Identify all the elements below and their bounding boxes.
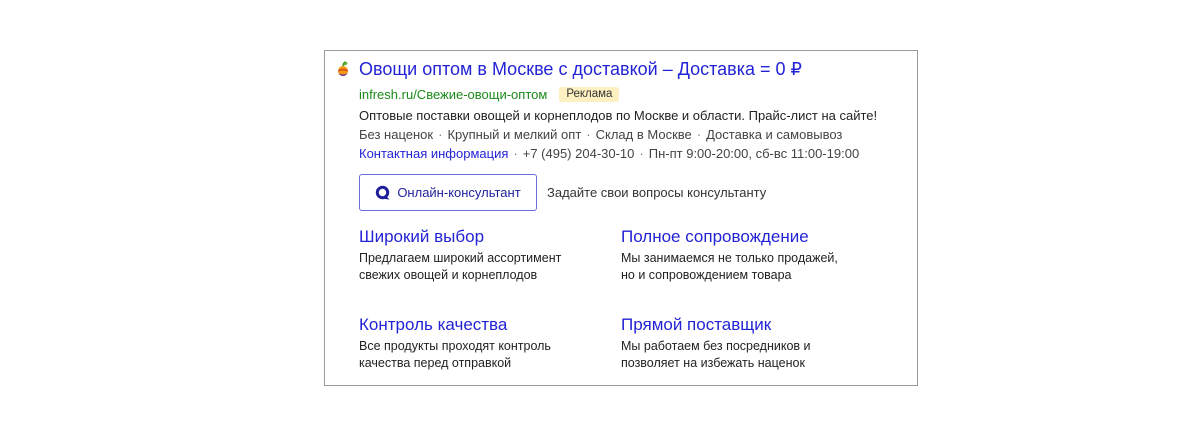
sitelink-title[interactable]: Прямой поставщик <box>621 315 771 335</box>
feature-item: Склад в Москве <box>595 127 692 142</box>
ad-badge: Реклама <box>559 86 620 102</box>
sitelink-title[interactable]: Контроль качества <box>359 315 507 335</box>
feature-item: Крупный и мелкий опт <box>447 127 582 142</box>
ad-card: Овощи оптом в Москве с доставкой – Доста… <box>324 50 918 386</box>
sitelink-title[interactable]: Полное сопровождение <box>621 227 809 247</box>
sitelink-quality-control: Контроль качества Все продукты проходят … <box>359 315 599 372</box>
consultant-row: Онлайн-консультант Задайте свои вопросы … <box>359 174 766 211</box>
separator-dot: · <box>696 127 702 142</box>
separator-dot: · <box>639 146 644 161</box>
working-hours: Пн-пт 9:00-20:00, сб-вс 11:00-19:00 <box>648 146 860 161</box>
separator-dot: · <box>513 146 518 161</box>
feature-item: Без наценок <box>359 127 434 142</box>
ad-contacts: Контактная информация · +7 (495) 204-30-10… <box>359 146 859 161</box>
ad-description: Оптовые поставки овощей и корнеплодов по… <box>359 108 878 123</box>
online-consultant-label: Онлайн-консультант <box>397 185 521 200</box>
sitelink-description: Мы работаем без посредников и позволяет … <box>621 339 811 370</box>
separator-dot: · <box>586 127 591 142</box>
online-consultant-button[interactable]: Онлайн-консультант <box>359 174 537 211</box>
chat-bubble-icon <box>376 185 390 199</box>
separator-dot: · <box>438 127 443 142</box>
ad-url-row: infresh.ru/Свежие-овощи-оптом Реклама <box>359 84 620 104</box>
sitelink-title[interactable]: Широкий выбор <box>359 227 484 247</box>
sitelink-description: Предлагаем широкий ассортимент свежих ов… <box>359 251 562 282</box>
contact-info-link[interactable]: Контактная информация <box>359 146 508 161</box>
ad-title-row: Овощи оптом в Москве с доставкой – Доста… <box>335 57 802 81</box>
sitelink-wide-choice: Широкий выбор Предлагаем широкий ассорти… <box>359 227 599 284</box>
ad-title-link[interactable]: Овощи оптом в Москве с доставкой – Доста… <box>359 59 802 80</box>
sitelink-direct-supplier: Прямой поставщик Мы работаем без посредн… <box>621 315 861 372</box>
sitelink-description: Все продукты проходят контроль качества … <box>359 339 551 370</box>
consultant-hint: Задайте свои вопросы консультанту <box>547 185 767 200</box>
fruit-icon <box>335 61 351 77</box>
sitelink-full-support: Полное сопровождение Мы занимаемся не то… <box>621 227 861 284</box>
ad-url-link[interactable]: infresh.ru/Свежие-овощи-оптом <box>359 87 547 102</box>
sitelink-description: Мы занимаемся не только продажей, но и с… <box>621 251 838 282</box>
phone-number: +7 (495) 204-30-10 <box>522 146 635 161</box>
ad-features: Без наценок · Крупный и мелкий опт · Склад в… <box>359 127 842 142</box>
feature-item: Доставка и самовывоз <box>706 127 843 142</box>
